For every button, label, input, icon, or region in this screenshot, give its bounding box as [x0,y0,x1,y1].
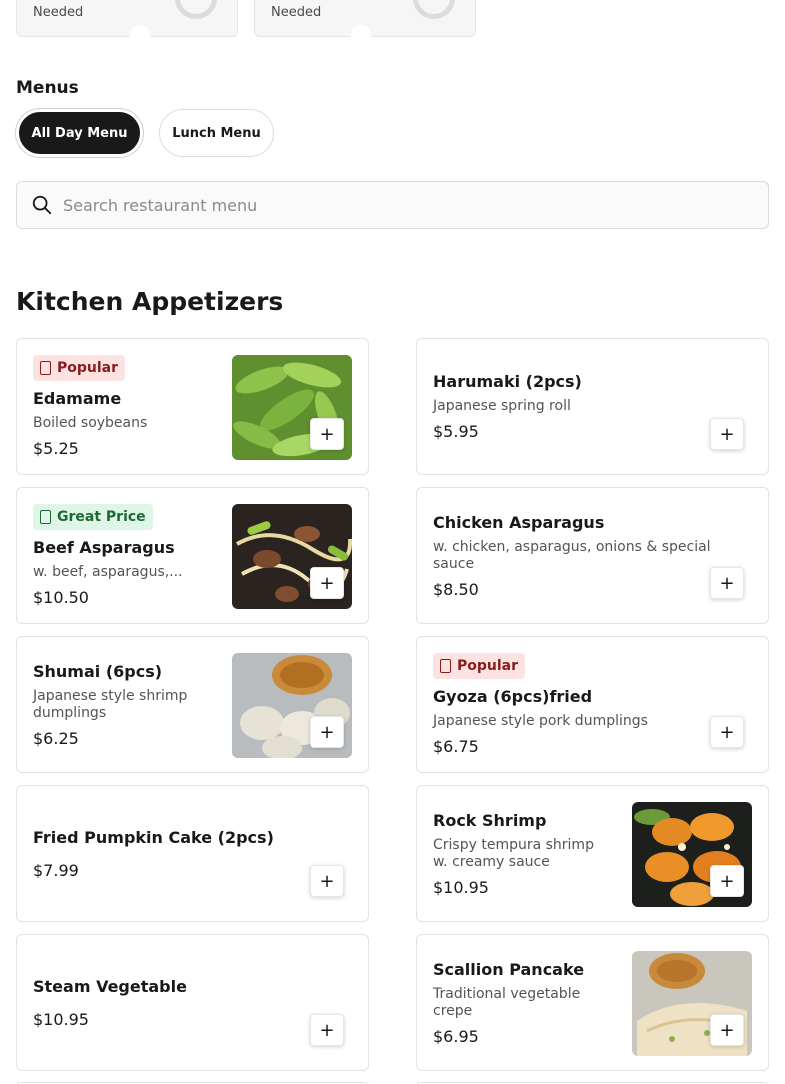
item-description: w. beef, asparagus,... [33,564,183,580]
add-to-cart-button[interactable]: + [310,567,344,599]
search-icon [32,195,52,215]
item-price: $5.95 [433,422,479,441]
tab-all-day-menu[interactable]: All Day Menu [16,109,143,157]
add-to-cart-button[interactable]: + [310,1014,344,1046]
item-description: Japanese style shrimp dumplings [33,687,188,721]
item-name: Harumaki (2pcs) [433,372,582,391]
item-description: Japanese spring roll [433,398,571,414]
item-name: Beef Asparagus [33,538,175,557]
add-to-cart-button[interactable]: + [710,716,744,748]
item-name: Gyoza (6pcs)fried [433,687,593,706]
item-price: $6.75 [433,737,479,756]
menu-item-card[interactable]: Scallion Pancake Traditional vegetable c… [416,934,769,1071]
badge-label: Great Price [57,509,146,525]
menu-item-card[interactable]: Fried Pumpkin Cake (2pcs) $7.99 + [16,785,369,922]
popular-badge: Popular [433,653,526,679]
add-to-cart-button[interactable]: + [710,1014,744,1046]
item-description: Boiled soybeans [33,415,148,431]
item-price: $6.95 [433,1026,479,1046]
popular-icon [440,659,451,673]
badge-label: Popular [57,360,119,376]
item-content: Great Price Beef Asparagus w. beef, aspa… [33,488,216,623]
item-content: Shumai (6pcs) Japanese style shrimp dump… [33,637,216,772]
card-notch [351,25,371,45]
add-to-cart-button[interactable]: + [710,418,744,450]
item-price: $7.99 [33,860,79,880]
item-description: w. chicken, asparagus, onions & special … [433,538,711,572]
item-content: Popular Gyoza (6pcs)fried Japanese style… [433,637,752,772]
add-to-cart-button[interactable]: + [310,865,344,897]
item-description: Traditional vegetable crepe [433,985,581,1019]
item-price: $8.50 [433,579,479,599]
popular-badge: Popular [33,355,126,381]
tab-lunch-menu[interactable]: Lunch Menu [159,109,274,157]
menu-item-card[interactable]: Steam Vegetable $10.95 + [16,934,369,1071]
item-name: Shumai (6pcs) [33,661,163,681]
menu-item-card[interactable]: Chicken Asparagus w. chicken, asparagus,… [416,487,769,624]
item-price: $5.25 [33,439,79,458]
menus-heading: Menus [16,78,79,98]
item-name: Scallion Pancake [433,959,585,979]
item-content: Scallion Pancake Traditional vegetable c… [433,935,616,1070]
top-card-label: Needed [33,5,84,20]
item-content: Harumaki (2pcs) Japanese spring roll $5.… [433,339,752,474]
add-to-cart-button[interactable]: + [710,567,744,599]
top-card-1[interactable]: Needed [16,0,238,45]
item-content: Fried Pumpkin Cake (2pcs) $7.99 [33,786,352,921]
progress-ring-icon [175,0,217,19]
item-name: Steam Vegetable [33,976,187,996]
item-name: Edamame [33,389,122,408]
add-to-cart-button[interactable]: + [710,865,744,897]
item-content: Chicken Asparagus w. chicken, asparagus,… [433,488,752,623]
item-name: Rock Shrimp [433,810,547,830]
add-to-cart-button[interactable]: + [310,716,344,748]
item-content: Popular Edamame Boiled soybeans $5.25 [33,339,216,474]
popular-icon [40,361,51,375]
item-description: Japanese style pork dumplings [433,713,648,729]
restaurant-menu-page: Needed Needed Menus All Day Menu Lunch M… [0,0,785,1084]
menu-item-card[interactable]: Shumai (6pcs) Japanese style shrimp dump… [16,636,369,773]
item-price: $10.95 [33,1009,89,1029]
search-input[interactable] [63,195,768,215]
great-price-badge: Great Price [33,504,153,530]
menu-item-card[interactable]: Popular Gyoza (6pcs)fried Japanese style… [416,636,769,773]
item-name: Chicken Asparagus [433,512,605,532]
item-content: Rock Shrimp Crispy tempura shrimp w. cre… [433,786,616,921]
menu-item-card[interactable]: Popular Edamame Boiled soybeans $5.25 + [16,338,369,475]
menu-item-card[interactable]: Rock Shrimp Crispy tempura shrimp w. cre… [416,785,769,922]
progress-ring-icon [413,0,455,19]
item-content: Steam Vegetable $10.95 [33,935,352,1070]
item-name: Fried Pumpkin Cake (2pcs) [33,827,274,847]
item-price: $6.25 [33,728,79,748]
item-price: $10.50 [33,588,89,607]
top-card-label: Needed [271,5,322,20]
section-title: Kitchen Appetizers [16,287,284,316]
card-notch [130,25,150,45]
price-tag-icon [40,510,51,524]
add-to-cart-button[interactable]: + [310,418,344,450]
search-bar[interactable] [16,181,769,229]
badge-label: Popular [457,658,519,674]
item-price: $10.95 [433,877,489,897]
top-card-2[interactable]: Needed [254,0,476,45]
item-description: Crispy tempura shrimp w. creamy sauce [433,836,594,870]
menu-item-card[interactable]: Great Price Beef Asparagus w. beef, aspa… [16,487,369,624]
menu-item-card[interactable]: Harumaki (2pcs) Japanese spring roll $5.… [416,338,769,475]
